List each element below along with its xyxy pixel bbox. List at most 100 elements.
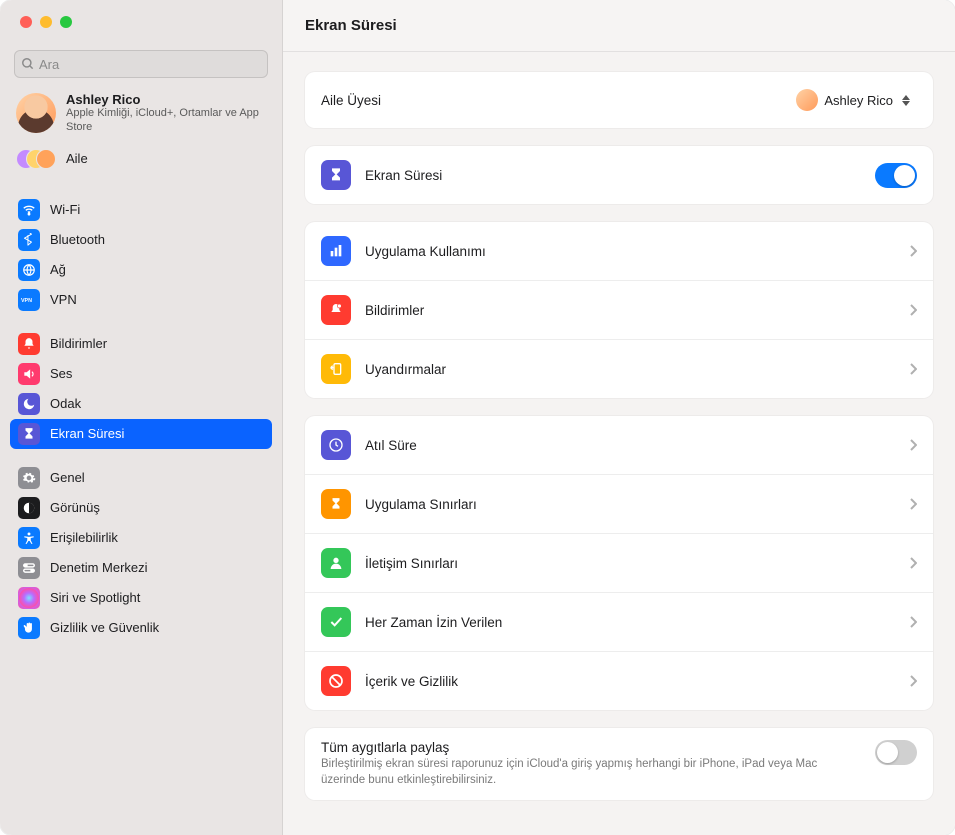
- sidebar-item-bluetooth[interactable]: Bluetooth: [10, 225, 272, 255]
- sidebar-item-label: Bildirimler: [50, 336, 107, 351]
- hourglass-icon: [321, 489, 351, 519]
- sidebar-item-label: Ekran Süresi: [50, 426, 124, 441]
- row-label: Uyandırmalar: [365, 362, 895, 377]
- sidebar-item-label: Denetim Merkezi: [50, 560, 148, 575]
- sidebar-item-label: Bluetooth: [50, 232, 105, 247]
- sidebar-item-siri[interactable]: Siri ve Spotlight: [10, 583, 272, 613]
- screentime-toggle-label: Ekran Süresi: [365, 168, 861, 183]
- sidebar-item-label: VPN: [50, 292, 77, 307]
- clock-icon: [321, 430, 351, 460]
- globe-icon: [18, 259, 40, 281]
- sidebar-item-accessibility[interactable]: Erişilebilirlik: [10, 523, 272, 553]
- wifi-icon: [18, 199, 40, 221]
- sidebar-item-vpn[interactable]: VPN VPN: [10, 285, 272, 315]
- chevron-right-icon: [909, 675, 917, 687]
- sidebar-item-label: Ses: [50, 366, 72, 381]
- share-subtitle: Birleştirilmiş ekran süresi raporunuz iç…: [321, 757, 861, 788]
- sidebar-item-network[interactable]: Ağ: [10, 255, 272, 285]
- hourglass-icon: [18, 423, 40, 445]
- sidebar-list: Ashley Rico Apple Kimliği, iCloud+, Orta…: [0, 86, 282, 835]
- chart-icon: [321, 236, 351, 266]
- row-pickups[interactable]: Uyandırmalar: [305, 339, 933, 398]
- search-field[interactable]: [14, 50, 268, 78]
- row-always-allowed[interactable]: Her Zaman İzin Verilen: [305, 592, 933, 651]
- chevron-right-icon: [909, 363, 917, 375]
- sidebar-family[interactable]: Aile: [10, 143, 272, 181]
- hand-icon: [18, 617, 40, 639]
- check-icon: [321, 607, 351, 637]
- gear-icon: [18, 467, 40, 489]
- settings-window: Ashley Rico Apple Kimliği, iCloud+, Orta…: [0, 0, 955, 835]
- share-title: Tüm aygıtlarla paylaş: [321, 740, 861, 755]
- titlebar: Ekran Süresi: [283, 0, 955, 52]
- accessibility-icon: [18, 527, 40, 549]
- close-window-button[interactable]: [20, 16, 32, 28]
- main-pane: Ekran Süresi Aile Üyesi Ashley Rico: [283, 0, 955, 835]
- family-avatars: [16, 147, 56, 171]
- row-app-limits[interactable]: Uygulama Sınırları: [305, 474, 933, 533]
- family-member-selected: Ashley Rico: [824, 93, 893, 108]
- vpn-icon: VPN: [18, 289, 40, 311]
- switches-icon: [18, 557, 40, 579]
- family-member-avatar: [796, 89, 818, 111]
- search-input[interactable]: [39, 57, 261, 72]
- bell-icon: [18, 333, 40, 355]
- bell-badge-icon: [321, 295, 351, 325]
- sidebar-item-privacy[interactable]: Gizlilik ve Güvenlik: [10, 613, 272, 643]
- screentime-toggle[interactable]: [875, 163, 917, 188]
- row-app-usage[interactable]: Uygulama Kullanımı: [305, 222, 933, 280]
- sidebar-item-general[interactable]: Genel: [10, 463, 272, 493]
- search-icon: [21, 57, 35, 71]
- sidebar-account[interactable]: Ashley Rico Apple Kimliği, iCloud+, Orta…: [10, 86, 272, 141]
- account-subtitle: Apple Kimliği, iCloud+, Ortamlar ve App …: [66, 107, 266, 135]
- row-notifs[interactable]: Bildirimler: [305, 280, 933, 339]
- share-toggle[interactable]: [875, 740, 917, 765]
- sidebar-item-label: Erişilebilirlik: [50, 530, 118, 545]
- row-downtime[interactable]: Atıl Süre: [305, 416, 933, 474]
- moon-icon: [18, 393, 40, 415]
- sidebar-item-sound[interactable]: Ses: [10, 359, 272, 389]
- sidebar-item-focus[interactable]: Odak: [10, 389, 272, 419]
- row-label: Atıl Süre: [365, 438, 895, 453]
- sidebar: Ashley Rico Apple Kimliği, iCloud+, Orta…: [0, 0, 283, 835]
- row-label: İçerik ve Gizlilik: [365, 674, 895, 689]
- family-label: Aile: [66, 151, 88, 166]
- siri-icon: [18, 587, 40, 609]
- sidebar-item-appearance[interactable]: Görünüş: [10, 493, 272, 523]
- sidebar-item-label: Wi-Fi: [50, 202, 80, 217]
- account-name: Ashley Rico: [66, 92, 266, 107]
- sidebar-item-wifi[interactable]: Wi-Fi: [10, 195, 272, 225]
- sidebar-item-label: Genel: [50, 470, 85, 485]
- appearance-icon: [18, 497, 40, 519]
- sidebar-item-label: Odak: [50, 396, 81, 411]
- sidebar-item-notifications[interactable]: Bildirimler: [10, 329, 272, 359]
- minimize-window-button[interactable]: [40, 16, 52, 28]
- family-member-label: Aile Üyesi: [321, 93, 774, 108]
- screentime-toggle-row: Ekran Süresi: [305, 146, 933, 204]
- share-row: Tüm aygıtlarla paylaş Birleştirilmiş ekr…: [305, 728, 933, 800]
- share-group: Tüm aygıtlarla paylaş Birleştirilmiş ekr…: [305, 728, 933, 800]
- sidebar-item-label: Siri ve Spotlight: [50, 590, 140, 605]
- row-comm-limits[interactable]: İletişim Sınırları: [305, 533, 933, 592]
- usage-group: Uygulama KullanımıBildirimler Uyandırmala…: [305, 222, 933, 398]
- sidebar-item-label: Gizlilik ve Güvenlik: [50, 620, 159, 635]
- row-content-privacy[interactable]: İçerik ve Gizlilik: [305, 651, 933, 710]
- chevron-right-icon: [909, 557, 917, 569]
- family-member-row: Aile Üyesi Ashley Rico: [305, 72, 933, 128]
- person-icon: [321, 548, 351, 578]
- screentime-toggle-group: Ekran Süresi: [305, 146, 933, 204]
- page-title: Ekran Süresi: [305, 17, 397, 34]
- svg-text:VPN: VPN: [21, 298, 32, 304]
- zoom-window-button[interactable]: [60, 16, 72, 28]
- chevron-right-icon: [909, 245, 917, 257]
- limits-group: Atıl Süre Uygulama Sınırları İletişim Sını…: [305, 416, 933, 710]
- chevron-right-icon: [909, 304, 917, 316]
- family-member-popup[interactable]: Ashley Rico: [788, 87, 917, 113]
- account-avatar: [16, 93, 56, 133]
- sidebar-item-screentime[interactable]: Ekran Süresi: [10, 419, 272, 449]
- row-label: Uygulama Sınırları: [365, 497, 895, 512]
- row-label: İletişim Sınırları: [365, 556, 895, 571]
- hourglass-icon: [321, 160, 351, 190]
- chevron-right-icon: [909, 439, 917, 451]
- sidebar-item-controlcenter[interactable]: Denetim Merkezi: [10, 553, 272, 583]
